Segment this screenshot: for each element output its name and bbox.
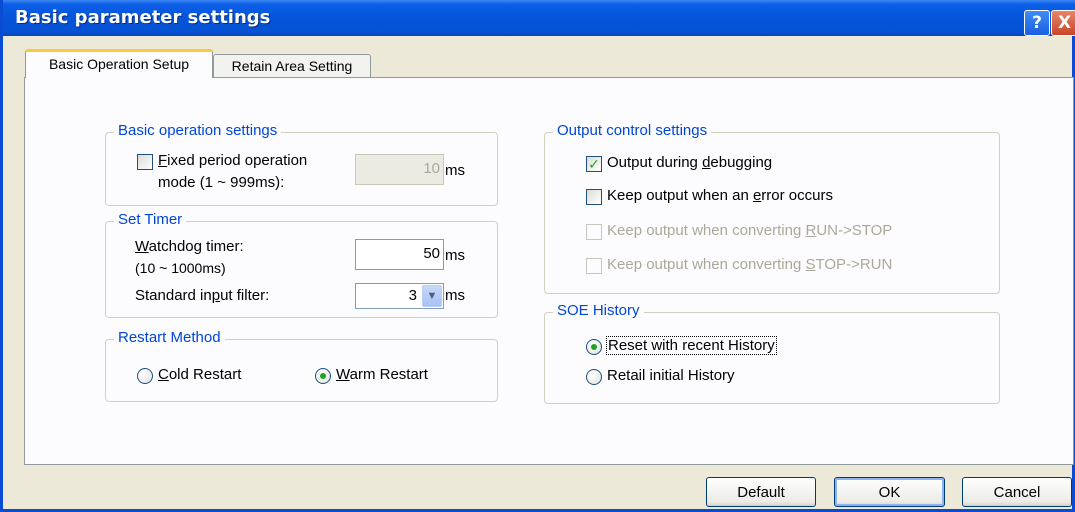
reset-history-radio[interactable] (586, 339, 602, 355)
input-filter-select[interactable]: 3 ▼ (355, 283, 444, 309)
soe-history-group: SOE History (544, 302, 1000, 404)
watchdog-input[interactable]: 50 (355, 239, 444, 270)
watchdog-range: (10 ~ 1000ms) (135, 260, 226, 276)
cancel-button[interactable]: Cancel (962, 477, 1072, 507)
accelerator-key: F (158, 152, 168, 169)
chevron-down-icon[interactable]: ▼ (422, 285, 442, 307)
group-legend: Output control settings (553, 122, 712, 139)
select-value: 3 (408, 287, 417, 304)
accelerator-key: R (805, 222, 817, 239)
label-text: atchdog timer: (148, 238, 244, 255)
watchdog-unit: ms (445, 247, 465, 264)
tab-retain-area-setting[interactable]: Retain Area Setting (213, 54, 371, 78)
help-button[interactable]: ? (1024, 10, 1050, 36)
close-icon: X (1057, 13, 1072, 33)
accelerator-key: W (336, 366, 350, 383)
default-button[interactable]: Default (706, 477, 816, 507)
output-during-debugging-checkbox[interactable]: ✓ (586, 156, 602, 172)
label-text: Standard in (135, 287, 212, 304)
fixed-period-unit: ms (445, 162, 465, 179)
reset-history-label[interactable]: Reset with recent History (606, 336, 777, 355)
group-legend: Set Timer (114, 211, 187, 228)
label-text: Keep output when converting (607, 256, 806, 273)
label-text: Keep output when converting (607, 222, 806, 239)
tab-panel: Basic operation settings Fixed period op… (24, 77, 1074, 465)
keep-output-run-stop-label: Keep output when converting RUN->STOP (607, 222, 892, 239)
warm-restart-label[interactable]: Warm Restart (336, 366, 428, 383)
keep-output-run-stop-checkbox (586, 224, 602, 240)
label-text: Keep output when an (607, 187, 753, 204)
cold-restart-label[interactable]: Cold Restart (158, 366, 241, 383)
retail-history-radio[interactable] (586, 369, 602, 385)
close-button[interactable]: X (1051, 10, 1075, 36)
group-legend: SOE History (553, 302, 644, 319)
label-text: Output during (607, 154, 703, 171)
accelerator-key: C (158, 366, 169, 383)
fixed-period-label-line2: mode (1 ~ 999ms): (158, 174, 285, 191)
label-text: old Restart (168, 366, 242, 383)
button-label: Default (737, 483, 785, 501)
fixed-period-checkbox[interactable] (137, 154, 153, 170)
label-text: arm Restart (349, 366, 428, 383)
radio-selected-dot (591, 344, 597, 350)
group-legend: Restart Method (114, 329, 225, 346)
tab-label: Basic Operation Setup (48, 56, 190, 72)
dialog-window: Basic parameter settings ? X Basic Opera… (0, 0, 1075, 512)
label-text: ut filter: (220, 287, 270, 304)
input-value: 50 (423, 245, 440, 262)
accelerator-key: S (805, 256, 816, 273)
cold-restart-radio[interactable] (137, 368, 153, 384)
fixed-period-input: 10 (355, 154, 444, 185)
button-label: Cancel (993, 483, 1041, 501)
output-during-debugging-label[interactable]: Output during debugging (607, 154, 772, 171)
check-mark-icon: ✓ (588, 156, 600, 172)
label-text: ixed period operation (167, 152, 308, 169)
label-text: ebugging (710, 154, 773, 171)
button-label: OK (878, 483, 901, 501)
retail-history-label[interactable]: Retail initial History (607, 367, 735, 384)
label-text: TOP->RUN (815, 256, 893, 273)
ok-button[interactable]: OK (834, 477, 945, 507)
label-text: rror occurs (761, 187, 833, 204)
input-filter-unit: ms (445, 287, 465, 304)
keep-output-error-checkbox[interactable] (586, 189, 602, 205)
label-text: UN->STOP (816, 222, 893, 239)
input-value: 10 (423, 160, 440, 177)
keep-output-stop-run-checkbox (586, 258, 602, 274)
tab-label: Retain Area Setting (231, 58, 353, 74)
tab-basic-operation-setup[interactable]: Basic Operation Setup (25, 49, 213, 78)
warm-restart-radio[interactable] (315, 368, 331, 384)
keep-output-stop-run-label: Keep output when converting STOP->RUN (607, 256, 892, 273)
window-title: Basic parameter settings (15, 7, 271, 28)
title-bar[interactable]: Basic parameter settings ? X (3, 0, 1075, 36)
accelerator-key: W (135, 238, 149, 255)
group-legend: Basic operation settings (114, 122, 282, 139)
keep-output-error-label[interactable]: Keep output when an error occurs (607, 187, 833, 204)
watchdog-label: Watchdog timer: (135, 238, 244, 255)
radio-selected-dot (320, 373, 326, 379)
help-icon: ? (1032, 13, 1042, 33)
input-filter-label: Standard input filter: (135, 287, 269, 304)
fixed-period-label-line1: Fixed period operation (158, 152, 307, 169)
accelerator-key: p (211, 287, 221, 304)
